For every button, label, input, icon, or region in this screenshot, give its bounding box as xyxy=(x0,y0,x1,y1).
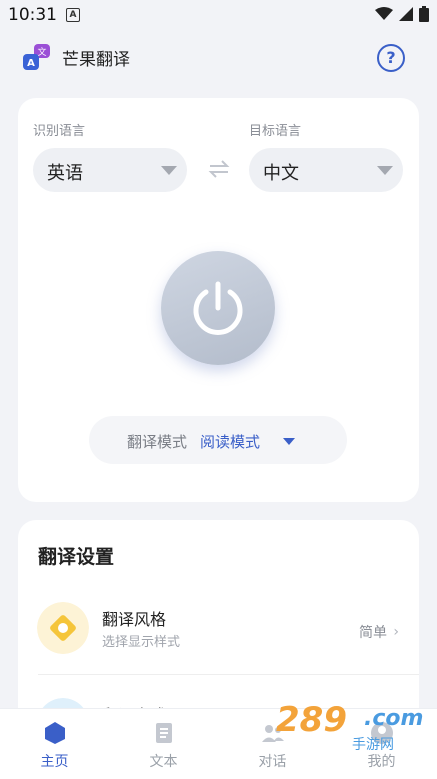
watermark-site: 手游网 xyxy=(352,737,394,753)
target-language-select[interactable]: 中文 xyxy=(249,148,403,192)
setting-subtitle-style: 选择显示样式 xyxy=(102,635,181,650)
logo-letter-top: 文 xyxy=(37,46,46,58)
divider xyxy=(38,674,419,675)
tab-text-label: 文本 xyxy=(149,754,178,770)
help-button[interactable]: ? xyxy=(377,44,405,72)
setting-value-style: 简单 xyxy=(359,625,387,641)
source-language-select[interactable]: 英语 xyxy=(33,148,187,192)
app-logo-icon: 文 A xyxy=(23,44,50,70)
target-language-value: 中文 xyxy=(263,163,299,184)
site-watermark: 289 .com 手游网 xyxy=(272,700,432,764)
translation-style-icon xyxy=(37,602,89,654)
source-language-label: 识别语言 xyxy=(33,124,86,139)
app-title: 芒果翻译 xyxy=(62,50,130,70)
target-language-label: 目标语言 xyxy=(249,124,302,139)
watermark-suffix: .com xyxy=(364,706,424,731)
source-language-value: 英语 xyxy=(47,163,83,184)
setting-title-style: 翻译风格 xyxy=(102,610,167,629)
mode-label: 翻译模式 xyxy=(127,433,188,451)
notification-icon: A xyxy=(66,8,80,22)
signal-icon xyxy=(399,7,413,21)
logo-letter-bottom: A xyxy=(27,58,35,69)
document-icon xyxy=(156,723,172,743)
tab-home-label: 主页 xyxy=(40,754,69,770)
app-bar: 文 A 芒果翻译 ? xyxy=(0,36,437,80)
status-icons xyxy=(375,6,429,22)
status-bar: 10:31 A xyxy=(0,0,437,32)
home-icon xyxy=(45,722,65,744)
status-time: 10:31 xyxy=(8,5,57,25)
swap-languages-icon[interactable] xyxy=(207,159,231,179)
chevron-down-icon xyxy=(377,166,393,175)
setting-row-style[interactable]: 翻译风格 选择显示样式 简单 › xyxy=(18,596,419,674)
wifi-icon xyxy=(375,7,393,20)
translation-mode-selector[interactable]: 翻译模式 阅读模式 xyxy=(89,416,347,464)
mode-value: 阅读模式 xyxy=(200,433,261,451)
tab-home[interactable]: 主页 xyxy=(0,709,109,779)
chevron-down-icon xyxy=(161,166,177,175)
caret-down-icon xyxy=(283,438,295,445)
battery-icon xyxy=(419,6,429,22)
watermark-number: 289 xyxy=(276,700,347,740)
settings-title: 翻译设置 xyxy=(38,546,115,568)
translate-card: 识别语言 目标语言 英语 中文 翻译模式 阅读模式 xyxy=(18,98,419,502)
chevron-right-icon: › xyxy=(393,624,399,640)
tab-text[interactable]: 文本 xyxy=(109,709,218,779)
power-icon xyxy=(193,281,243,335)
start-translation-button[interactable] xyxy=(161,251,275,365)
